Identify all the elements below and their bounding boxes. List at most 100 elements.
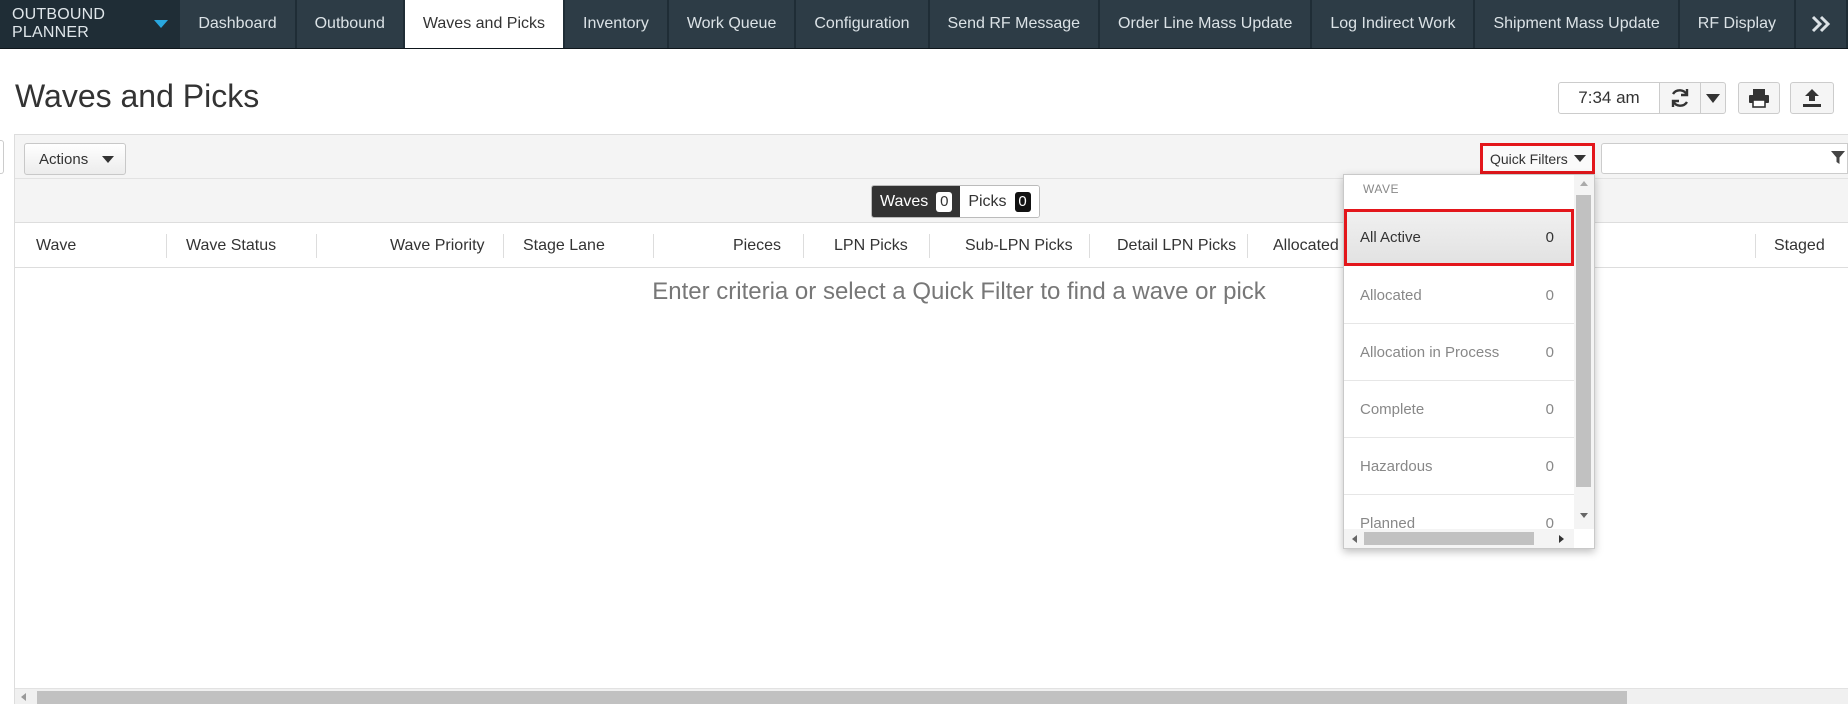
picks-toggle-label: Picks	[968, 192, 1007, 210]
refresh-options-dropdown[interactable]	[1700, 82, 1726, 114]
quick-filter-count: 0	[1545, 286, 1554, 304]
column-header-staged[interactable]: Staged	[1774, 224, 1825, 268]
column-divider[interactable]	[929, 234, 930, 258]
tab-label: Work Queue	[686, 15, 777, 32]
column-header-lpn-picks[interactable]: LPN Picks	[834, 224, 908, 268]
page-title: Waves and Picks	[15, 78, 260, 114]
tab-label: Send RF Message	[947, 15, 1081, 32]
caret-down-icon	[102, 155, 115, 163]
tab-shipment-mass-update[interactable]: Shipment Mass Update	[1475, 0, 1678, 48]
tab-label: Outbound	[314, 15, 385, 32]
column-header-detail-lpn-picks[interactable]: Detail LPN Picks	[1117, 224, 1236, 268]
menu-group-header: WAVE	[1363, 182, 1400, 196]
column-divider[interactable]	[1755, 234, 1756, 258]
menu-horizontal-scrollbar[interactable]	[1344, 529, 1574, 548]
tab-waves-and-picks[interactable]: Waves and Picks	[404, 0, 564, 48]
column-divider[interactable]	[1247, 234, 1248, 258]
quick-filter-allocated[interactable]: Allocated 0	[1344, 267, 1574, 324]
scroll-down-arrow-icon[interactable]	[1580, 513, 1588, 518]
chevron-down-icon	[154, 20, 169, 28]
column-divider[interactable]	[166, 234, 167, 258]
waves-toggle-button[interactable]: Waves 0	[872, 186, 961, 217]
scrollbar-thumb[interactable]	[1364, 532, 1534, 545]
tab-label: Dashboard	[198, 15, 277, 32]
scroll-left-arrow-icon[interactable]	[21, 693, 26, 701]
print-button[interactable]	[1738, 82, 1780, 114]
filter-icon[interactable]	[1830, 150, 1846, 166]
print-icon	[1749, 89, 1769, 108]
column-divider[interactable]	[653, 234, 654, 258]
quick-filters-button[interactable]: Quick Filters	[1480, 143, 1595, 174]
upload-icon	[1803, 89, 1821, 107]
column-divider[interactable]	[1089, 234, 1090, 258]
nav-tabs: Dashboard Outbound Waves and Picks Inven…	[180, 0, 1848, 48]
double-chevron-right-icon	[1811, 15, 1831, 33]
quick-filter-count: 0	[1545, 343, 1554, 361]
grid-horizontal-scrollbar[interactable]	[15, 688, 1848, 704]
tab-rf-display[interactable]: RF Display	[1679, 0, 1794, 48]
waves-toggle-label: Waves	[880, 192, 929, 210]
column-header-pieces[interactable]: Pieces	[733, 224, 781, 268]
refresh-icon	[1671, 89, 1689, 107]
column-divider[interactable]	[316, 234, 317, 258]
side-panel-toggle[interactable]	[0, 140, 4, 174]
tab-configuration[interactable]: Configuration	[796, 0, 928, 48]
app-menu-button[interactable]: OUTBOUND PLANNER	[0, 0, 180, 48]
quick-filter-allocation-in-process[interactable]: Allocation in Process 0	[1344, 324, 1574, 381]
column-divider[interactable]	[803, 234, 804, 258]
column-header-stage-lane[interactable]: Stage Lane	[523, 224, 605, 268]
filter-search-input[interactable]	[1601, 143, 1848, 174]
tab-inventory[interactable]: Inventory	[565, 0, 667, 48]
quick-filter-count: 0	[1545, 457, 1554, 475]
tab-order-line-mass-update[interactable]: Order Line Mass Update	[1100, 0, 1311, 48]
tab-send-rf-message[interactable]: Send RF Message	[929, 0, 1099, 48]
quick-filter-label: Allocated	[1360, 286, 1422, 304]
scrollbar-thumb[interactable]	[1576, 195, 1591, 487]
quick-filter-label: Hazardous	[1360, 457, 1433, 475]
column-header-wave-priority[interactable]: Wave Priority	[390, 224, 485, 268]
top-nav: OUTBOUND PLANNER Dashboard Outbound Wave…	[0, 0, 1848, 49]
tab-label: RF Display	[1697, 15, 1776, 32]
picks-count-badge: 0	[1014, 191, 1031, 212]
tab-label: Order Line Mass Update	[1118, 15, 1293, 32]
export-button[interactable]	[1790, 82, 1834, 114]
column-header-sub-lpn-picks[interactable]: Sub-LPN Picks	[965, 224, 1073, 268]
column-header-wave[interactable]: Wave	[36, 224, 76, 268]
quick-filter-hazardous[interactable]: Hazardous 0	[1344, 438, 1574, 495]
column-divider[interactable]	[503, 234, 504, 258]
quick-filter-count: 0	[1545, 400, 1554, 418]
scroll-right-arrow-icon[interactable]	[1559, 535, 1564, 543]
tab-label: Shipment Mass Update	[1493, 15, 1660, 32]
tab-log-indirect-work[interactable]: Log Indirect Work	[1312, 0, 1474, 48]
tab-label: Configuration	[814, 15, 910, 32]
menu-vertical-scrollbar[interactable]	[1574, 175, 1594, 529]
quick-filters-label: Quick Filters	[1490, 150, 1568, 167]
column-header-allocated[interactable]: Allocated	[1273, 224, 1339, 268]
quick-filter-complete[interactable]: Complete 0	[1344, 381, 1574, 438]
last-refresh-time: 7:34 am	[1558, 82, 1660, 114]
scroll-up-arrow-icon[interactable]	[1580, 181, 1588, 186]
quick-filter-count: 0	[1545, 229, 1554, 246]
tab-outbound[interactable]: Outbound	[296, 0, 403, 48]
app-brand-label: OUTBOUND PLANNER	[12, 6, 106, 41]
tab-label: Waves and Picks	[422, 15, 546, 32]
refresh-button[interactable]	[1659, 82, 1701, 114]
tab-label: Inventory	[583, 15, 649, 32]
scrollbar-thumb[interactable]	[37, 691, 1627, 704]
caret-down-icon	[1573, 155, 1586, 162]
quick-filter-all-active[interactable]: All Active 0	[1344, 209, 1574, 266]
quick-filter-label: Allocation in Process	[1360, 343, 1500, 361]
actions-button[interactable]: Actions	[24, 143, 126, 175]
actions-label: Actions	[39, 150, 89, 168]
picks-toggle-button[interactable]: Picks 0	[960, 186, 1039, 217]
tab-work-queue[interactable]: Work Queue	[668, 0, 795, 48]
waves-count-badge: 0	[936, 191, 953, 212]
quick-filter-label: All Active	[1360, 229, 1421, 246]
caret-down-icon	[1706, 93, 1720, 103]
column-header-wave-status[interactable]: Wave Status	[186, 224, 276, 268]
quick-filter-label: Complete	[1360, 400, 1425, 418]
more-tabs-button[interactable]	[1796, 0, 1846, 48]
scroll-left-arrow-icon[interactable]	[1352, 535, 1357, 543]
tab-dashboard[interactable]: Dashboard	[180, 0, 295, 48]
waves-picks-toggle: Waves 0 Picks 0	[871, 185, 1040, 218]
